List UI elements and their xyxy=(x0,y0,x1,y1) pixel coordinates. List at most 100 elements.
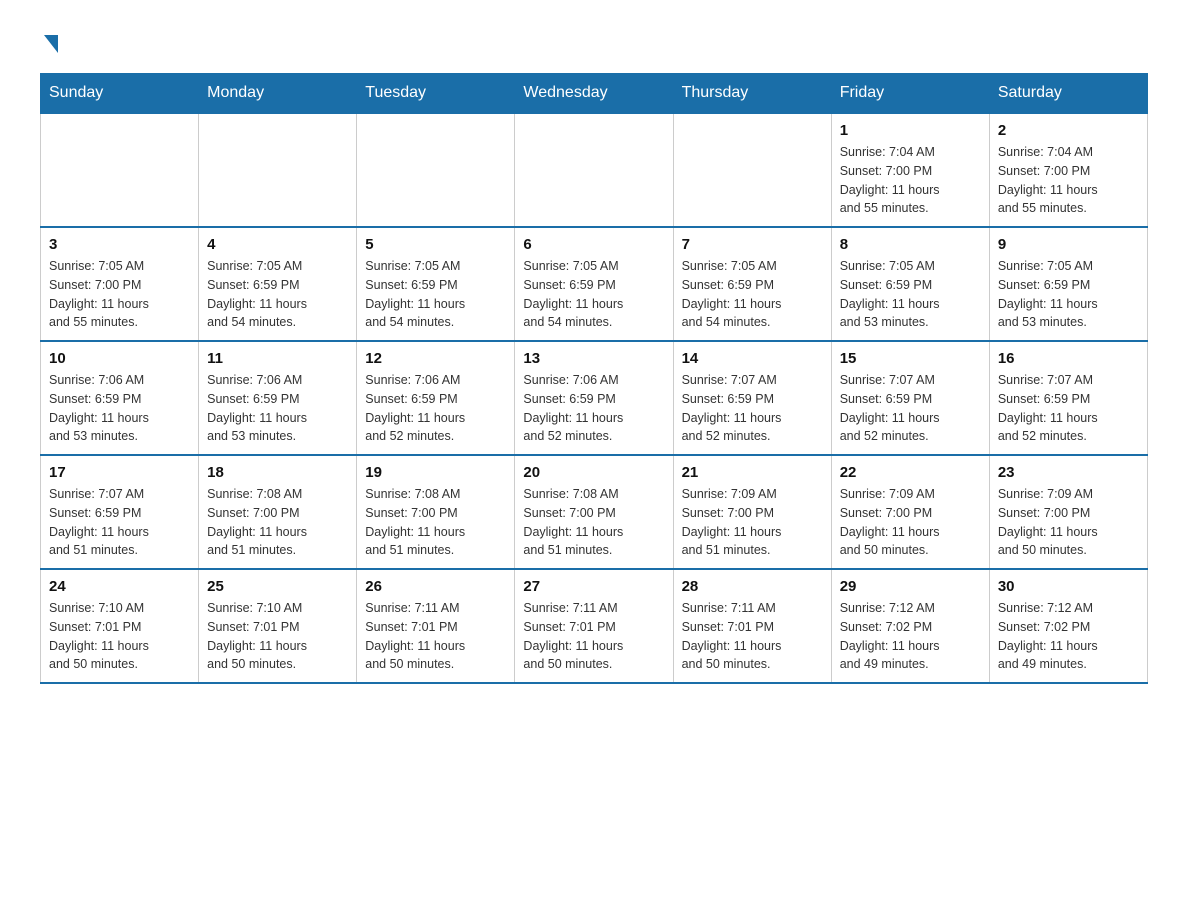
day-info: Sunrise: 7:06 AM Sunset: 6:59 PM Dayligh… xyxy=(523,371,664,446)
day-number: 19 xyxy=(365,464,506,481)
day-number: 23 xyxy=(998,464,1139,481)
day-number: 20 xyxy=(523,464,664,481)
day-number: 5 xyxy=(365,236,506,253)
calendar-table: SundayMondayTuesdayWednesdayThursdayFrid… xyxy=(40,73,1148,684)
calendar-cell: 7 Sunrise: 7:05 AM Sunset: 6:59 PM Daylig… xyxy=(673,227,831,341)
calendar-cell: 24 Sunrise: 7:10 AM Sunset: 7:01 PM Dayli… xyxy=(41,569,199,683)
day-info: Sunrise: 7:08 AM Sunset: 7:00 PM Dayligh… xyxy=(207,485,348,560)
day-number: 17 xyxy=(49,464,190,481)
day-info: Sunrise: 7:09 AM Sunset: 7:00 PM Dayligh… xyxy=(840,485,981,560)
day-number: 10 xyxy=(49,350,190,367)
calendar-cell xyxy=(673,113,831,227)
calendar-cell: 3 Sunrise: 7:05 AM Sunset: 7:00 PM Daylig… xyxy=(41,227,199,341)
calendar-week-row: 1 Sunrise: 7:04 AM Sunset: 7:00 PM Daylig… xyxy=(41,113,1148,227)
day-info: Sunrise: 7:11 AM Sunset: 7:01 PM Dayligh… xyxy=(682,599,823,674)
day-info: Sunrise: 7:05 AM Sunset: 6:59 PM Dayligh… xyxy=(523,257,664,332)
calendar-cell xyxy=(41,113,199,227)
logo xyxy=(40,30,58,53)
day-info: Sunrise: 7:05 AM Sunset: 7:00 PM Dayligh… xyxy=(49,257,190,332)
calendar-header-tuesday: Tuesday xyxy=(357,74,515,114)
calendar-cell xyxy=(199,113,357,227)
calendar-cell: 26Sunrise: 7:11 AM Sunset: 7:01 PM Dayli… xyxy=(357,569,515,683)
day-info: Sunrise: 7:09 AM Sunset: 7:00 PM Dayligh… xyxy=(998,485,1139,560)
day-info: Sunrise: 7:08 AM Sunset: 7:00 PM Dayligh… xyxy=(365,485,506,560)
day-number: 12 xyxy=(365,350,506,367)
calendar-header-monday: Monday xyxy=(199,74,357,114)
calendar-cell: 5 Sunrise: 7:05 AM Sunset: 6:59 PM Daylig… xyxy=(357,227,515,341)
calendar-cell: 9 Sunrise: 7:05 AM Sunset: 6:59 PM Daylig… xyxy=(989,227,1147,341)
calendar-header-saturday: Saturday xyxy=(989,74,1147,114)
calendar-header-friday: Friday xyxy=(831,74,989,114)
day-number: 24 xyxy=(49,578,190,595)
calendar-cell: 16 Sunrise: 7:07 AM Sunset: 6:59 PM Dayli… xyxy=(989,341,1147,455)
day-info: Sunrise: 7:06 AM Sunset: 6:59 PM Dayligh… xyxy=(365,371,506,446)
day-info: Sunrise: 7:05 AM Sunset: 6:59 PM Dayligh… xyxy=(207,257,348,332)
day-info: Sunrise: 7:07 AM Sunset: 6:59 PM Dayligh… xyxy=(682,371,823,446)
day-number: 29 xyxy=(840,578,981,595)
day-number: 25 xyxy=(207,578,348,595)
day-number: 2 xyxy=(998,122,1139,139)
day-info: Sunrise: 7:07 AM Sunset: 6:59 PM Dayligh… xyxy=(998,371,1139,446)
day-info: Sunrise: 7:09 AM Sunset: 7:00 PM Dayligh… xyxy=(682,485,823,560)
day-info: Sunrise: 7:11 AM Sunset: 7:01 PM Dayligh… xyxy=(523,599,664,674)
day-info: Sunrise: 7:12 AM Sunset: 7:02 PM Dayligh… xyxy=(998,599,1139,674)
day-number: 1 xyxy=(840,122,981,139)
calendar-cell: 12 Sunrise: 7:06 AM Sunset: 6:59 PM Dayli… xyxy=(357,341,515,455)
day-number: 6 xyxy=(523,236,664,253)
day-info: Sunrise: 7:10 AM Sunset: 7:01 PM Dayligh… xyxy=(207,599,348,674)
day-info: Sunrise: 7:10 AM Sunset: 7:01 PM Dayligh… xyxy=(49,599,190,674)
calendar-cell xyxy=(515,113,673,227)
day-info: Sunrise: 7:07 AM Sunset: 6:59 PM Dayligh… xyxy=(840,371,981,446)
calendar-header-row: SundayMondayTuesdayWednesdayThursdayFrid… xyxy=(41,74,1148,114)
day-number: 16 xyxy=(998,350,1139,367)
calendar-cell: 11 Sunrise: 7:06 AM Sunset: 6:59 PM Dayli… xyxy=(199,341,357,455)
day-number: 30 xyxy=(998,578,1139,595)
page-header xyxy=(40,30,1148,53)
calendar-week-row: 17 Sunrise: 7:07 AM Sunset: 6:59 PM Dayli… xyxy=(41,455,1148,569)
day-info: Sunrise: 7:06 AM Sunset: 6:59 PM Dayligh… xyxy=(49,371,190,446)
day-info: Sunrise: 7:12 AM Sunset: 7:02 PM Dayligh… xyxy=(840,599,981,674)
day-number: 9 xyxy=(998,236,1139,253)
calendar-cell: 22Sunrise: 7:09 AM Sunset: 7:00 PM Dayli… xyxy=(831,455,989,569)
day-info: Sunrise: 7:05 AM Sunset: 6:59 PM Dayligh… xyxy=(840,257,981,332)
calendar-cell: 15 Sunrise: 7:07 AM Sunset: 6:59 PM Dayli… xyxy=(831,341,989,455)
calendar-cell: 10 Sunrise: 7:06 AM Sunset: 6:59 PM Dayli… xyxy=(41,341,199,455)
calendar-cell: 6 Sunrise: 7:05 AM Sunset: 6:59 PM Daylig… xyxy=(515,227,673,341)
day-info: Sunrise: 7:06 AM Sunset: 6:59 PM Dayligh… xyxy=(207,371,348,446)
calendar-week-row: 24 Sunrise: 7:10 AM Sunset: 7:01 PM Dayli… xyxy=(41,569,1148,683)
day-info: Sunrise: 7:07 AM Sunset: 6:59 PM Dayligh… xyxy=(49,485,190,560)
day-number: 18 xyxy=(207,464,348,481)
day-info: Sunrise: 7:05 AM Sunset: 6:59 PM Dayligh… xyxy=(365,257,506,332)
day-number: 15 xyxy=(840,350,981,367)
calendar-cell: 13 Sunrise: 7:06 AM Sunset: 6:59 PM Dayli… xyxy=(515,341,673,455)
calendar-cell: 14Sunrise: 7:07 AM Sunset: 6:59 PM Dayli… xyxy=(673,341,831,455)
day-info: Sunrise: 7:05 AM Sunset: 6:59 PM Dayligh… xyxy=(682,257,823,332)
calendar-cell: 21 Sunrise: 7:09 AM Sunset: 7:00 PM Dayli… xyxy=(673,455,831,569)
calendar-cell: 1 Sunrise: 7:04 AM Sunset: 7:00 PM Daylig… xyxy=(831,113,989,227)
calendar-cell: 20 Sunrise: 7:08 AM Sunset: 7:00 PM Dayli… xyxy=(515,455,673,569)
day-number: 21 xyxy=(682,464,823,481)
calendar-cell: 4 Sunrise: 7:05 AM Sunset: 6:59 PM Daylig… xyxy=(199,227,357,341)
day-number: 13 xyxy=(523,350,664,367)
day-number: 4 xyxy=(207,236,348,253)
calendar-week-row: 3 Sunrise: 7:05 AM Sunset: 7:00 PM Daylig… xyxy=(41,227,1148,341)
calendar-cell: 8 Sunrise: 7:05 AM Sunset: 6:59 PM Daylig… xyxy=(831,227,989,341)
day-info: Sunrise: 7:04 AM Sunset: 7:00 PM Dayligh… xyxy=(998,143,1139,218)
day-number: 8 xyxy=(840,236,981,253)
day-info: Sunrise: 7:04 AM Sunset: 7:00 PM Dayligh… xyxy=(840,143,981,218)
calendar-cell: 23 Sunrise: 7:09 AM Sunset: 7:00 PM Dayli… xyxy=(989,455,1147,569)
day-number: 7 xyxy=(682,236,823,253)
day-number: 3 xyxy=(49,236,190,253)
day-info: Sunrise: 7:05 AM Sunset: 6:59 PM Dayligh… xyxy=(998,257,1139,332)
calendar-header-sunday: Sunday xyxy=(41,74,199,114)
calendar-cell: 30 Sunrise: 7:12 AM Sunset: 7:02 PM Dayli… xyxy=(989,569,1147,683)
calendar-cell: 17 Sunrise: 7:07 AM Sunset: 6:59 PM Dayli… xyxy=(41,455,199,569)
calendar-cell: 25 Sunrise: 7:10 AM Sunset: 7:01 PM Dayli… xyxy=(199,569,357,683)
calendar-cell: 28Sunrise: 7:11 AM Sunset: 7:01 PM Dayli… xyxy=(673,569,831,683)
calendar-cell: 19 Sunrise: 7:08 AM Sunset: 7:00 PM Dayli… xyxy=(357,455,515,569)
calendar-cell: 18 Sunrise: 7:08 AM Sunset: 7:00 PM Dayli… xyxy=(199,455,357,569)
day-number: 27 xyxy=(523,578,664,595)
day-info: Sunrise: 7:08 AM Sunset: 7:00 PM Dayligh… xyxy=(523,485,664,560)
logo-arrow-icon xyxy=(44,35,58,53)
day-number: 11 xyxy=(207,350,348,367)
